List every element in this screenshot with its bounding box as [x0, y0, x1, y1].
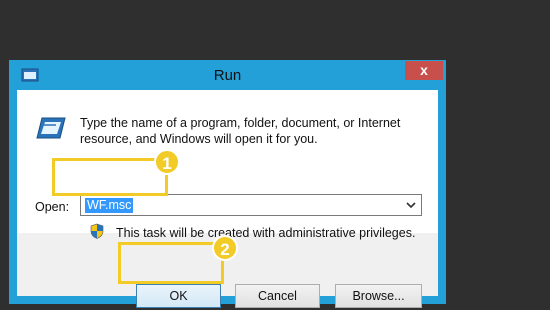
ok-button[interactable]: OK	[136, 284, 221, 308]
step-2-badge: 2	[212, 235, 238, 261]
title-bar[interactable]: Run x	[9, 60, 446, 90]
open-input-value[interactable]: WF.msc	[85, 198, 134, 213]
close-button[interactable]: x	[405, 61, 443, 80]
open-combobox[interactable]: WF.msc	[80, 194, 422, 216]
window-title: Run	[213, 67, 242, 84]
step-2-highlight	[118, 242, 224, 284]
run-icon	[36, 116, 66, 140]
cancel-button[interactable]: Cancel	[235, 284, 320, 308]
chevron-down-icon[interactable]	[405, 198, 417, 212]
step-1-highlight	[52, 158, 168, 196]
browse-button[interactable]: Browse...	[335, 284, 422, 308]
uac-shield-icon	[90, 223, 104, 239]
open-label: Open:	[35, 200, 70, 214]
admin-note: This task will be created with administr…	[116, 226, 416, 240]
step-1-badge: 1	[154, 149, 180, 175]
description-text: Type the name of a program, folder, docu…	[80, 116, 401, 146]
